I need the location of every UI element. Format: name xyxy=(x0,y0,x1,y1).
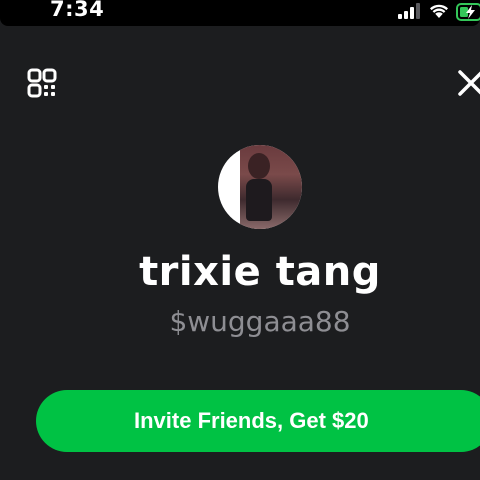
status-bar: 7:34 xyxy=(0,0,480,26)
avatar[interactable] xyxy=(218,145,302,229)
display-name: trixie tang xyxy=(139,249,381,295)
profile-screen: 7:34 trixie tang $wuggaaa88 Invite Frien… xyxy=(0,0,480,480)
avatar-photo xyxy=(240,145,302,229)
status-time: 7:34 xyxy=(50,0,105,21)
wifi-icon xyxy=(430,4,448,18)
cellular-signal-icon xyxy=(398,3,420,19)
cashtag: $wuggaaa88 xyxy=(169,305,351,338)
battery-charging-icon xyxy=(456,3,480,21)
qr-code-icon[interactable] xyxy=(27,68,57,98)
invite-friends-button[interactable]: Invite Friends, Get $20 xyxy=(36,390,480,452)
close-icon[interactable] xyxy=(456,68,480,98)
